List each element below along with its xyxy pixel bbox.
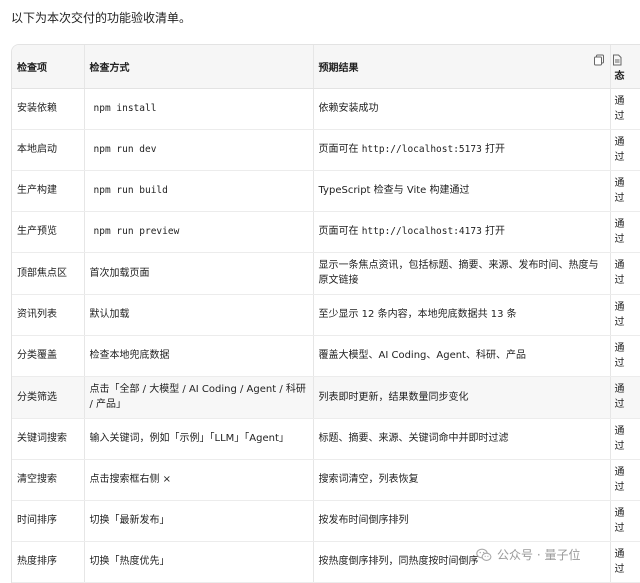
status-text: 通过 (614, 507, 625, 534)
cell-status: 通过 (610, 500, 640, 542)
table-row: 分类覆盖 检查本地兜底数据 覆盖大模型、AI Coding、Agent、科研、产… (12, 335, 640, 377)
table-row: 清空搜索 点击搜索框右侧 × 搜索词清空，列表恢复 通过 (12, 459, 640, 501)
header-method: 检查方式 (84, 45, 314, 89)
cell-status: 通过 (610, 418, 640, 460)
cell-method: npm run preview (84, 211, 314, 253)
method-code: npm install (93, 103, 157, 114)
cell-item: 安装依赖 (12, 88, 85, 130)
cell-status: 通过 (610, 252, 640, 295)
watermark-text: 公众号 · 量子位 (497, 548, 581, 562)
header-expected: 预期结果 (313, 45, 611, 89)
status-text: 通过 (614, 425, 625, 452)
status-text: 通过 (614, 384, 625, 410)
cell-item: 生产预览 (12, 211, 85, 253)
cell-item: 热度排序 (12, 541, 85, 583)
status-text: 通过 (614, 301, 625, 328)
file-icon[interactable] (611, 54, 623, 66)
cell-item: 资讯列表 (12, 294, 85, 336)
table-header-row: 检查项 检查方式 预期结果 态 (12, 45, 640, 89)
cell-method: 默认加载 (84, 294, 314, 336)
status-text: 通过 (614, 342, 625, 369)
expected-prefix: 页面可在 (318, 226, 359, 237)
cell-expected: 覆盖大模型、AI Coding、Agent、科研、产品 (313, 335, 611, 377)
cell-item: 时间排序 (12, 500, 85, 542)
intro-text: 以下为本次交付的功能验收清单。 (11, 11, 192, 25)
cell-status: 通过 (610, 459, 640, 501)
cell-expected: 列表即时更新，结果数量同步变化 (313, 376, 611, 419)
table-row: 安装依赖 npm install 依赖安装成功 通过 (12, 88, 640, 130)
cell-status: 通过 (610, 376, 640, 419)
expected-suffix: 打开 (484, 144, 505, 155)
cell-status: 通过 (610, 294, 640, 336)
status-text: 通过 (614, 177, 625, 204)
status-text: 通过 (614, 218, 625, 245)
cell-method: npm install (84, 88, 314, 130)
cell-method: npm run dev (84, 129, 314, 171)
cell-expected: 标题、摘要、来源、关键词命中并即时过滤 (313, 418, 611, 460)
cell-item: 清空搜索 (12, 459, 85, 501)
status-text: 通过 (614, 466, 625, 493)
localhost-url[interactable]: http://localhost:5173 (362, 144, 482, 155)
table-row: 时间排序 切换「最新发布」 按发布时间倒序排列 通过 (12, 500, 640, 542)
cell-method: 点击「全部 / 大模型 / AI Coding / Agent / 科研 / 产… (84, 376, 314, 419)
cell-status: 通过 (610, 541, 640, 583)
acceptance-table: 检查项 检查方式 预期结果 态 安装依赖 npm install 依赖安装成功 … (11, 44, 640, 583)
header-status-label: 态 (614, 71, 625, 82)
cell-method: 切换「热度优先」 (84, 541, 314, 583)
expected-prefix: 页面可在 (318, 144, 359, 155)
table-row: 生产预览 npm run preview 页面可在 http://localho… (12, 211, 640, 253)
table-row: 本地启动 npm run dev 页面可在 http://localhost:5… (12, 129, 640, 171)
method-code: npm run preview (93, 226, 180, 237)
cell-expected: 搜索词清空，列表恢复 (313, 459, 611, 501)
localhost-url[interactable]: http://localhost:4173 (362, 226, 482, 237)
cell-status: 通过 (610, 170, 640, 212)
cell-item: 顶部焦点区 (12, 252, 85, 295)
cell-status: 通过 (610, 88, 640, 130)
status-text: 通过 (614, 260, 625, 286)
copy-icon[interactable] (593, 54, 605, 66)
cell-item: 生产构建 (12, 170, 85, 212)
cell-method: 检查本地兜底数据 (84, 335, 314, 377)
cell-method: 点击搜索框右侧 × (84, 459, 314, 501)
wechat-logo-icon (476, 548, 492, 561)
status-text: 通过 (614, 548, 625, 575)
cell-expected: 显示一条焦点资讯，包括标题、摘要、来源、发布时间、热度与原文链接 (313, 252, 611, 295)
cell-item: 本地启动 (12, 129, 85, 171)
status-text: 通过 (614, 136, 625, 163)
table-row: 资讯列表 默认加载 至少显示 12 条内容，本地兜底数据共 13 条 通过 (12, 294, 640, 336)
method-code: npm run dev (93, 144, 157, 155)
cell-method: 输入关键词，例如「示例」「LLM」「Agent」 (84, 418, 314, 460)
method-code: npm run build (93, 185, 168, 196)
cell-item: 分类覆盖 (12, 335, 85, 377)
cell-expected: 至少显示 12 条内容，本地兜底数据共 13 条 (313, 294, 611, 336)
cell-item: 关键词搜索 (12, 418, 85, 460)
cell-status: 通过 (610, 335, 640, 377)
cell-status: 通过 (610, 211, 640, 253)
watermark: 公众号 · 量子位 (476, 546, 580, 563)
table-row: 顶部焦点区 首次加载页面 显示一条焦点资讯，包括标题、摘要、来源、发布时间、热度… (12, 252, 640, 295)
cell-status: 通过 (610, 129, 640, 171)
cell-item: 分类筛选 (12, 376, 85, 419)
cell-expected: 按发布时间倒序排列 (313, 500, 611, 542)
table-row: 关键词搜索 输入关键词，例如「示例」「LLM」「Agent」 标题、摘要、来源、… (12, 418, 640, 460)
header-status: 态 (593, 45, 640, 89)
cell-expected: 页面可在 http://localhost:4173 打开 (313, 211, 611, 253)
cell-expected: 页面可在 http://localhost:5173 打开 (313, 129, 611, 171)
status-text: 通过 (614, 95, 625, 122)
cell-expected: 依赖安装成功 (313, 88, 611, 130)
expected-suffix: 打开 (484, 226, 505, 237)
cell-method: 切换「最新发布」 (84, 500, 314, 542)
table-row: 分类筛选 点击「全部 / 大模型 / AI Coding / Agent / 科… (12, 376, 640, 419)
cell-expected: TypeScript 检查与 Vite 构建通过 (313, 170, 611, 212)
cell-method: 首次加载页面 (84, 252, 314, 295)
header-item: 检查项 (12, 45, 85, 89)
cell-method: npm run build (84, 170, 314, 212)
table-row: 生产构建 npm run build TypeScript 检查与 Vite 构… (12, 170, 640, 212)
